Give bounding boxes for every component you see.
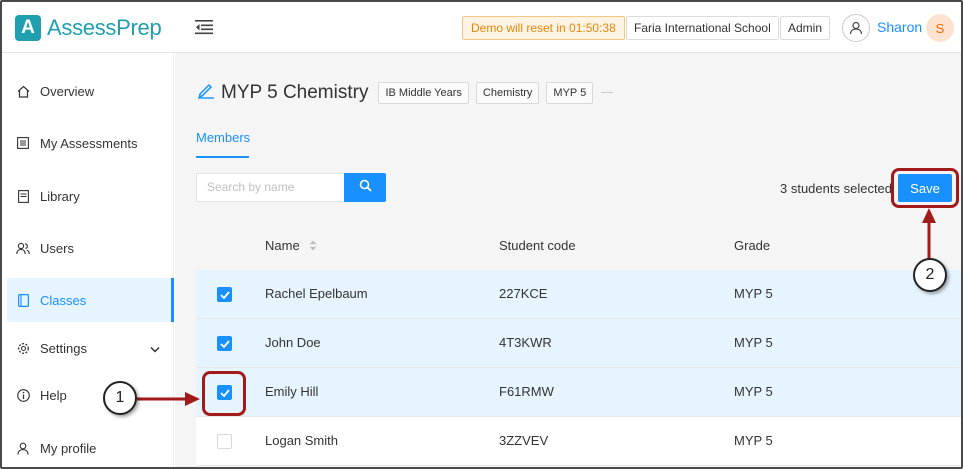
tag-divider [601,92,614,93]
column-header-student-code: Student code [499,238,576,253]
search-button[interactable] [344,173,386,202]
chevron-down-icon[interactable] [150,341,160,356]
student-grade: MYP 5 [734,384,773,399]
edit-pencil-icon[interactable] [197,81,215,104]
avatar[interactable]: S [926,14,954,42]
student-name: John Doe [265,335,321,350]
menu-collapse-icon[interactable] [195,19,213,35]
gear-icon [16,341,30,355]
column-header-name[interactable]: Name [265,238,317,254]
table-row[interactable]: Logan Smith 3ZZVEV MYP 5 [196,417,961,466]
classes-icon [16,293,30,307]
tag-programme: IB Middle Years [378,81,469,104]
main-content: MYP 5 Chemistry IB Middle Years Chemistr… [175,53,961,467]
sidebar-item-label: Classes [40,292,87,308]
student-name: Logan Smith [265,433,338,448]
student-code: F61RMW [499,384,554,399]
student-code: 227KCE [499,286,548,301]
class-title-row: MYP 5 Chemistry IB Middle Years Chemistr… [197,81,614,104]
student-grade: MYP 5 [734,433,773,448]
sidebar-item-label: Overview [40,83,95,99]
row-checkbox[interactable] [217,336,232,351]
table-row[interactable]: Rachel Epelbaum 227KCE MYP 5 [196,270,961,319]
search-icon [359,179,372,197]
student-code: 4T3KWR [499,335,552,350]
logo-mark: A [15,15,41,41]
sidebar-item-overview[interactable]: Overview [7,69,174,113]
sidebar-item-label: My profile [40,440,97,456]
home-icon [16,84,30,98]
sidebar-item-my-assessments[interactable]: My Assessments [7,121,174,165]
list-icon [16,136,30,150]
search-input[interactable]: Search by name [196,173,344,202]
callout-arrow-one [137,392,200,406]
user-icon [16,441,30,455]
column-header-grade: Grade [734,238,771,253]
sidebar-item-classes[interactable]: Classes [7,278,174,322]
tag-grade: MYP 5 [546,81,594,104]
user-name-link[interactable]: Sharon [877,19,922,35]
column-header-label: Name [265,238,300,253]
save-highlight-box [891,168,959,208]
student-name: Rachel Epelbaum [265,286,368,301]
sidebar-item-label: Users [40,240,74,256]
book-icon [16,189,30,203]
sidebar-item-settings[interactable]: Settings [7,326,174,370]
school-badge[interactable]: Faria International School [626,16,779,40]
sidebar-item-my-profile[interactable]: My profile [7,426,174,467]
sidebar-item-label: Settings [40,340,87,356]
student-name: Emily Hill [265,384,319,399]
row-checkbox[interactable] [217,287,232,302]
sidebar-item-label: Library [40,188,80,204]
student-code: 3ZZVEV [499,433,549,448]
callout-two: 2 [913,258,947,292]
logo-text: AssessPrep [47,15,162,40]
demo-reset-badge: Demo will reset in 01:50:38 [462,16,625,40]
role-badge[interactable]: Admin [780,16,831,40]
sort-icon[interactable] [309,239,317,254]
table-row[interactable]: John Doe 4T3KWR MYP 5 [196,319,961,368]
app-window: A AssessPrep Demo will reset in 01:50:38… [0,0,963,469]
sidebar-item-label: Help [40,387,67,403]
row-checkbox[interactable] [217,434,232,449]
tab-members[interactable]: Members [196,130,250,158]
sidebar-item-library[interactable]: Library [7,174,174,218]
tag-subject: Chemistry [475,81,540,104]
sidebar-item-users[interactable]: Users [7,226,174,270]
student-grade: MYP 5 [734,335,773,350]
student-grade: MYP 5 [734,286,773,301]
user-icon[interactable] [842,14,870,42]
table-row[interactable]: Emily Hill F61RMW MYP 5 [196,368,961,417]
app-logo[interactable]: A AssessPrep [15,15,162,41]
callout-arrow-two [922,208,936,259]
callout-one: 1 [103,381,137,415]
top-header: A AssessPrep Demo will reset in 01:50:38… [2,2,961,53]
checkbox-highlight-box [202,371,246,416]
sidebar-item-label: My Assessments [40,135,138,151]
page-title: MYP 5 Chemistry [221,81,369,103]
info-icon [16,388,30,402]
users-icon [16,241,30,255]
selected-count: 3 students selected [780,181,893,196]
